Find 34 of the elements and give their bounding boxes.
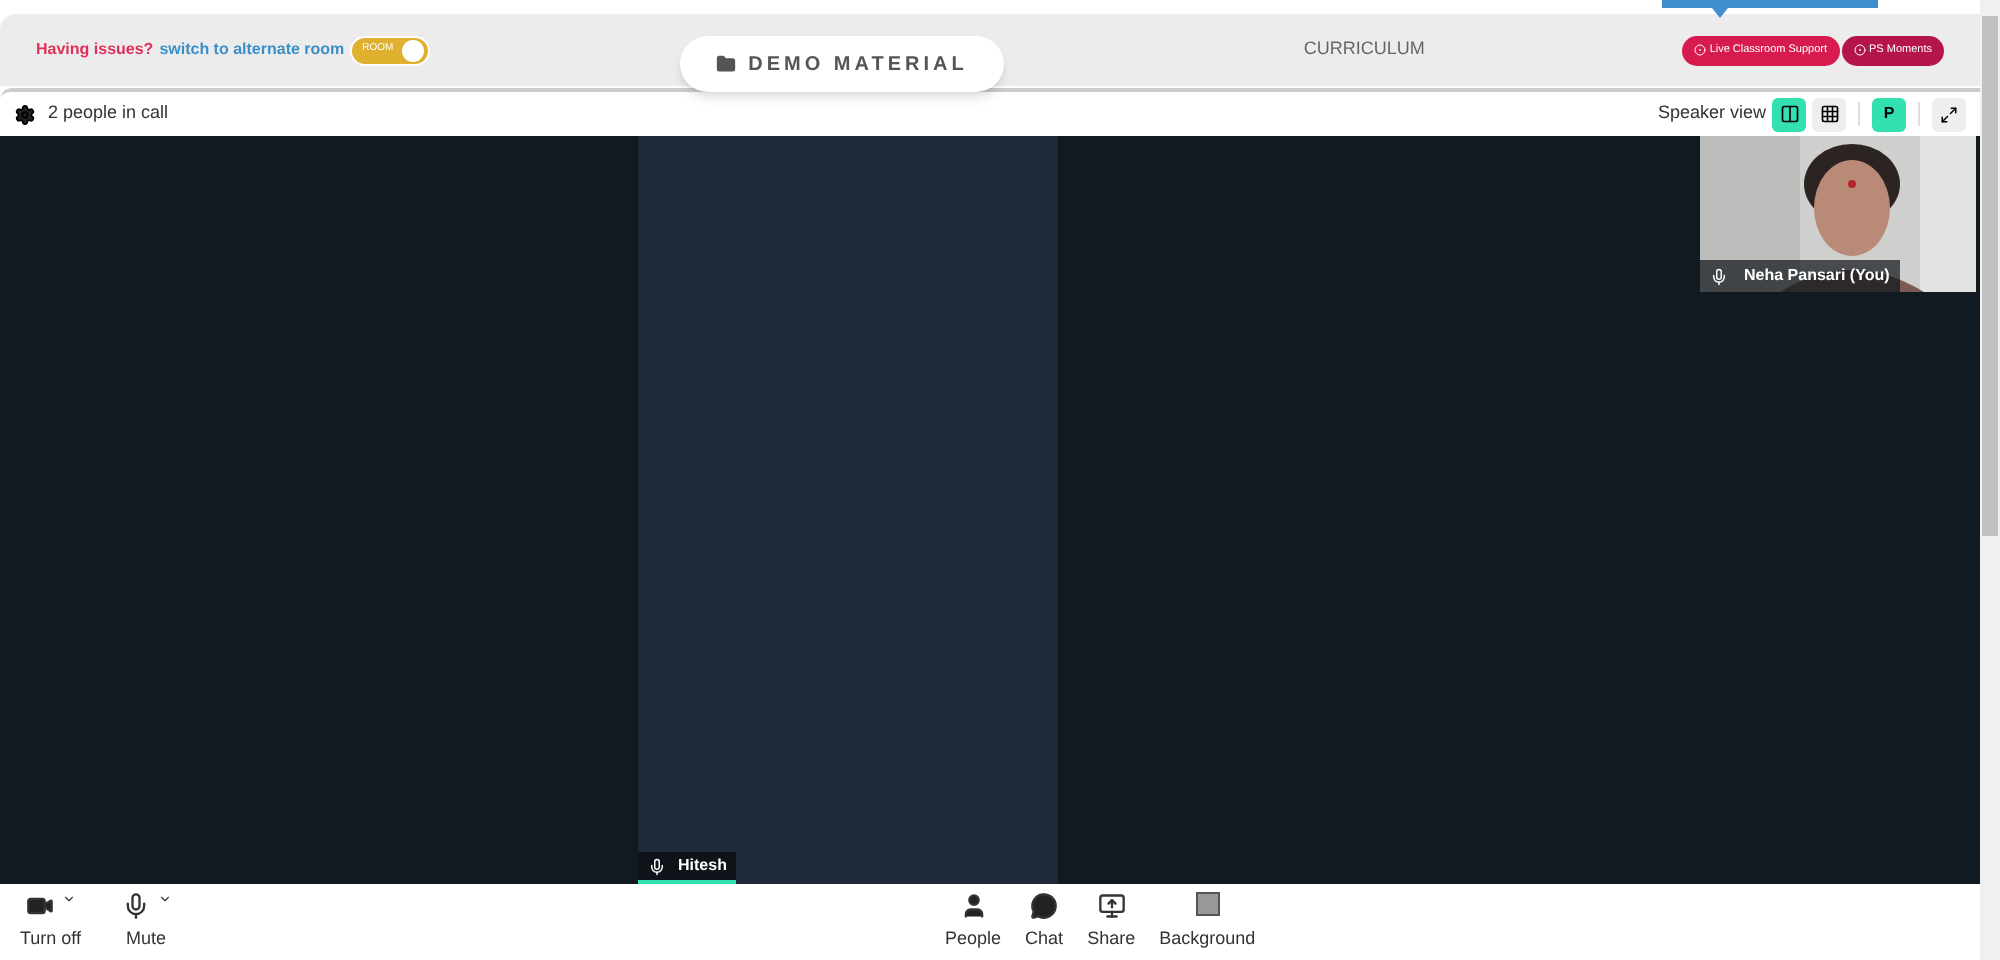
microphone-icon: [1710, 267, 1728, 285]
fullscreen-button[interactable]: [1932, 97, 1966, 131]
circle-icon: [1853, 44, 1866, 56]
control-button[interactable]: Turn off: [20, 891, 82, 953]
control-button[interactable]: Mute: [121, 891, 172, 953]
control-button[interactable]: Chat: [1025, 891, 1064, 953]
demo-material-button[interactable]: DEMO MATERIAL: [680, 36, 1004, 92]
speaker-view-button[interactable]: [1772, 97, 1806, 131]
settings-icon[interactable]: [14, 103, 36, 125]
expand-icon: [1940, 105, 1958, 123]
grid-icon: [1819, 104, 1839, 124]
participant-name: Neha Pansari (You): [1744, 264, 1890, 288]
issue-text: Having issues?: [36, 38, 154, 62]
participant-name: Hitesh: [678, 854, 727, 878]
curriculum-tab[interactable]: CURRICULUM: [1303, 36, 1425, 64]
grid-view-button[interactable]: [1812, 97, 1846, 131]
avatar-badge[interactable]: P: [1872, 97, 1906, 131]
people-count: 2 people in call: [48, 100, 169, 127]
person-icon: [959, 891, 988, 920]
pointer-icon: [1711, 7, 1728, 17]
caret-icon[interactable]: [157, 891, 172, 906]
screen-share-icon: [1097, 891, 1126, 920]
chat-bubble-icon: [1030, 891, 1059, 920]
control-button[interactable]: People: [945, 891, 1002, 953]
background-icon: [1195, 891, 1220, 916]
control-button[interactable]: Share: [1087, 891, 1136, 953]
caret-icon[interactable]: [61, 891, 76, 906]
control-button[interactable]: Background: [1159, 891, 1256, 953]
view-label: Speaker view: [1657, 100, 1766, 127]
microphone-icon: [648, 857, 666, 875]
circle-icon: [1693, 44, 1706, 56]
folder-icon: [716, 54, 737, 74]
speaker-layout-icon: [1779, 104, 1799, 124]
microphone-icon: [121, 891, 150, 920]
